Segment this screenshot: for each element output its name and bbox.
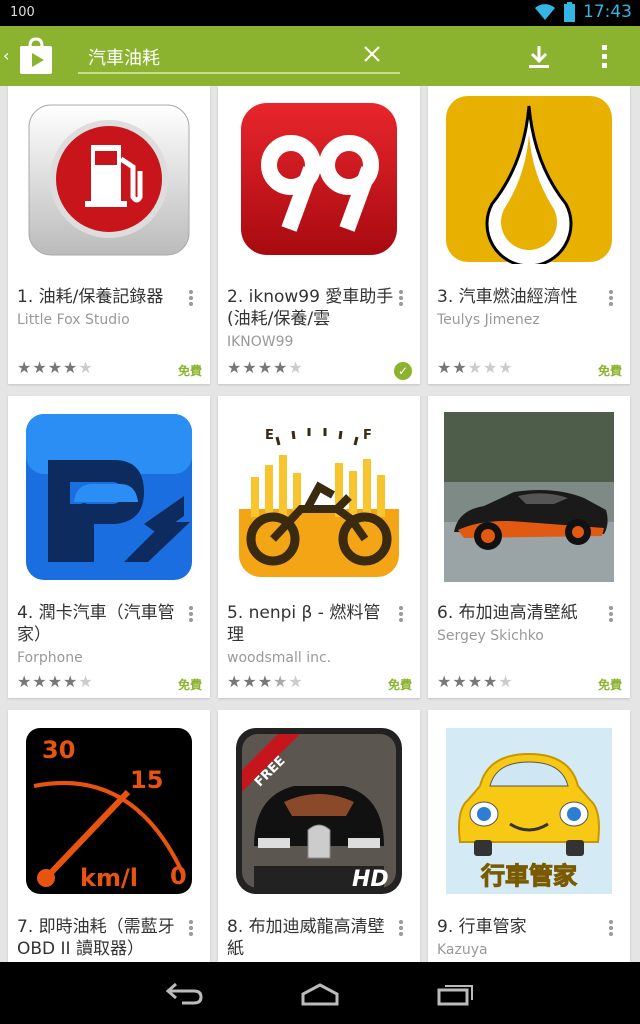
app-developer[interactable]: Kazuya <box>437 942 488 958</box>
back-caret-icon[interactable]: ‹ <box>3 46 9 65</box>
star-rating: ★★★★★ <box>17 358 94 377</box>
action-bar: ‹ 汽車油耗 <box>0 26 640 86</box>
card-menu-icon[interactable] <box>399 606 405 622</box>
app-developer[interactable]: Forphone <box>17 650 83 666</box>
gauge-30-label: 30 <box>42 736 75 764</box>
gauge-empty-label: E <box>265 428 274 443</box>
price-label: 免費 <box>387 678 412 692</box>
app-developer[interactable]: Sergey Skichko <box>437 628 544 644</box>
app-developer[interactable]: Little Fox Studio <box>17 312 130 328</box>
card-menu-icon[interactable] <box>399 920 405 936</box>
motorcycle-gauge-icon: E F <box>239 417 399 577</box>
navigation-bar <box>0 962 640 1024</box>
play-store-logo-icon[interactable] <box>16 36 56 76</box>
wifi-icon <box>535 4 555 20</box>
unit-label: km/l <box>80 864 138 892</box>
download-icon[interactable] <box>526 44 552 70</box>
status-bar: 100 17:43 <box>0 0 640 26</box>
app-card[interactable]: 3. 汽車燃油經濟性 Teulys Jimenez ★★★★★ 免費 <box>428 86 630 384</box>
app-icon[interactable] <box>8 404 210 590</box>
search-field[interactable]: 汽車油耗 <box>78 38 400 74</box>
app-icon[interactable] <box>428 404 630 590</box>
app-card[interactable]: E F 5. nenpi β - 燃料管理 woodsmall inc. ★★★… <box>218 396 420 698</box>
app-title[interactable]: 8. 布加迪威龍高清壁紙 <box>227 916 397 960</box>
star-rating: ★★★★★ <box>437 672 514 691</box>
app-title[interactable]: 5. nenpi β - 燃料管理 <box>227 602 397 646</box>
app-developer[interactable]: IKNOW99 <box>227 334 293 350</box>
app-title[interactable]: 6. 布加迪高清壁紙 <box>437 602 607 624</box>
clear-search-icon[interactable] <box>362 44 382 64</box>
app-title[interactable]: 4. 潤卡汽車（汽車管家） <box>17 602 187 646</box>
icon-caption: 行車管家 <box>480 862 577 890</box>
app-icon[interactable]: E F <box>218 404 420 590</box>
rk-logo-icon <box>26 414 192 580</box>
back-button-icon[interactable] <box>164 982 204 1006</box>
oil-drop-icon <box>446 96 612 264</box>
gas-pump-icon <box>28 104 190 256</box>
star-rating: ★★★★★ <box>227 358 304 377</box>
bugatti-car-photo <box>444 412 614 582</box>
price-label: 免費 <box>177 678 202 692</box>
installed-check-icon: ✓ <box>394 362 412 380</box>
app-title[interactable]: 7. 即時油耗（需藍牙 OBD II 讀取器） <box>17 916 187 960</box>
app-icon[interactable] <box>8 86 210 272</box>
card-menu-icon[interactable] <box>609 290 615 306</box>
search-query[interactable]: 汽車油耗 <box>88 44 160 70</box>
app-icon[interactable]: 行車管家 <box>428 718 630 904</box>
star-rating: ★★★★★ <box>437 358 514 377</box>
app-icon[interactable] <box>428 86 630 272</box>
price-label: 免費 <box>597 364 622 378</box>
gauge-full-label: F <box>363 428 372 443</box>
yellow-car-icon: 行車管家 <box>446 728 612 894</box>
app-card[interactable]: 30 15 0 km/l 7. 即時油耗（需藍牙 OBD II 讀取器） <box>8 710 210 962</box>
card-menu-icon[interactable] <box>399 290 405 306</box>
card-menu-icon[interactable] <box>189 920 195 936</box>
speed-gauge-icon: 30 15 0 km/l <box>26 728 192 894</box>
app-title[interactable]: 1. 油耗/保養記錄器 <box>17 286 187 308</box>
price-label: 免費 <box>177 364 202 378</box>
app-developer[interactable]: Teulys Jimenez <box>437 312 540 328</box>
app-title[interactable]: 3. 汽車燃油經濟性 <box>437 286 607 308</box>
app-title[interactable]: 9. 行車管家 <box>437 916 607 938</box>
app-card[interactable]: 1. 油耗/保養記錄器 Little Fox Studio ★★★★★ 免費 <box>8 86 210 384</box>
recent-apps-button-icon[interactable] <box>436 982 476 1006</box>
star-rating: ★★★★★ <box>17 672 94 691</box>
bugatti-hd-icon: FREE HD <box>236 728 402 894</box>
app-icon[interactable]: FREE HD <box>218 718 420 904</box>
app-title[interactable]: 2. iknow99 愛車助手 (油耗/保養/雲 <box>227 286 397 330</box>
clock: 17:43 <box>583 2 632 22</box>
overflow-menu-icon[interactable] <box>596 44 614 70</box>
app-icon[interactable]: 30 15 0 km/l <box>8 718 210 904</box>
iknow99-logo-icon <box>241 103 397 255</box>
battery-icon <box>564 2 575 22</box>
price-label: 免費 <box>597 678 622 692</box>
app-card[interactable]: 行車管家 9. 行車管家 Kazuya <box>428 710 630 962</box>
app-card[interactable]: 4. 潤卡汽車（汽車管家） Forphone ★★★★★ 免費 <box>8 396 210 698</box>
home-button-icon[interactable] <box>300 982 340 1006</box>
battery-level-text: 100 <box>10 5 35 20</box>
star-rating: ★★★★★ <box>227 672 304 691</box>
card-menu-icon[interactable] <box>189 606 195 622</box>
app-icon[interactable] <box>218 86 420 272</box>
app-card[interactable]: FREE HD 8. 布加迪威龍高清壁紙 <box>218 710 420 962</box>
app-card[interactable]: 2. iknow99 愛車助手 (油耗/保養/雲 IKNOW99 ★★★★★ ✓ <box>218 86 420 384</box>
hd-badge-label: HD <box>352 867 389 892</box>
app-developer[interactable]: woodsmall inc. <box>227 650 331 666</box>
app-results-grid: 1. 油耗/保養記錄器 Little Fox Studio ★★★★★ 免費 2… <box>0 86 640 962</box>
card-menu-icon[interactable] <box>609 920 615 936</box>
gauge-0-label: 0 <box>170 862 187 890</box>
card-menu-icon[interactable] <box>609 606 615 622</box>
gauge-15-label: 15 <box>130 766 163 794</box>
app-card[interactable]: 6. 布加迪高清壁紙 Sergey Skichko ★★★★★ 免費 <box>428 396 630 698</box>
card-menu-icon[interactable] <box>189 290 195 306</box>
